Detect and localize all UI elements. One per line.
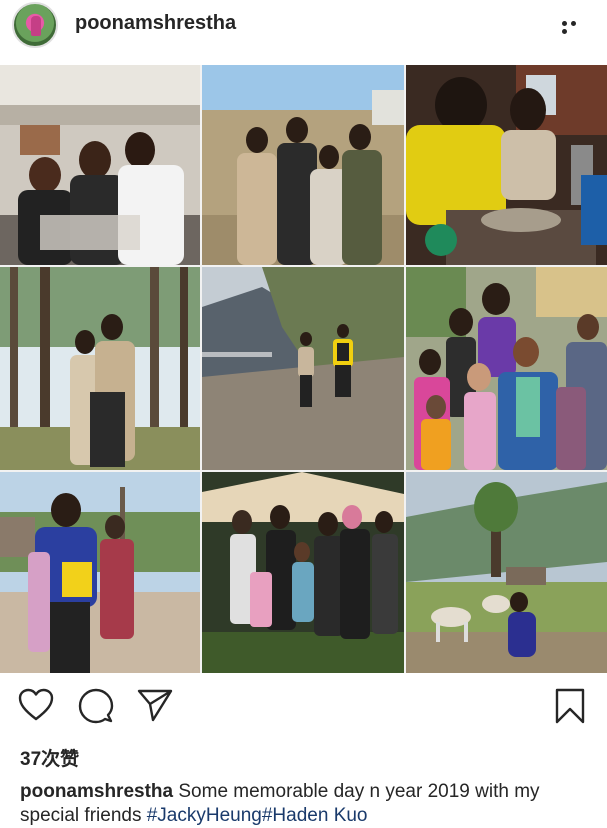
photo-village-children: [406, 267, 607, 470]
heart-icon[interactable]: [18, 688, 54, 722]
more-options-icon[interactable]: [562, 18, 588, 34]
hashtag-link[interactable]: #JackyHeung: [147, 805, 262, 826]
photo-collage[interactable]: [0, 65, 607, 673]
caption-username[interactable]: poonamshrestha: [20, 781, 173, 802]
photo-village-path-selfie: [0, 472, 200, 673]
photo-mountain-road-walk: [202, 267, 404, 470]
photo-forest-pines: [0, 267, 200, 470]
comment-icon[interactable]: [78, 688, 114, 724]
send-icon[interactable]: [137, 688, 173, 722]
photo-hill-group-four: [202, 65, 404, 265]
hashtag-link[interactable]: #Haden Kuo: [262, 805, 368, 826]
photo-hillside-goats: [406, 472, 607, 673]
post-caption: poonamshrestha Some memorable day n year…: [20, 780, 590, 828]
photo-tent-group: [202, 472, 404, 673]
post-header: poonamshrestha: [0, 0, 607, 50]
photo-kitchen-meal: [406, 65, 607, 265]
post-username[interactable]: poonamshrestha: [75, 12, 236, 35]
bookmark-icon[interactable]: [555, 688, 585, 724]
avatar[interactable]: [12, 2, 58, 48]
photo-airport-group: [0, 65, 200, 265]
post-actions: [0, 688, 607, 728]
likes-count[interactable]: 37次赞: [20, 744, 79, 771]
